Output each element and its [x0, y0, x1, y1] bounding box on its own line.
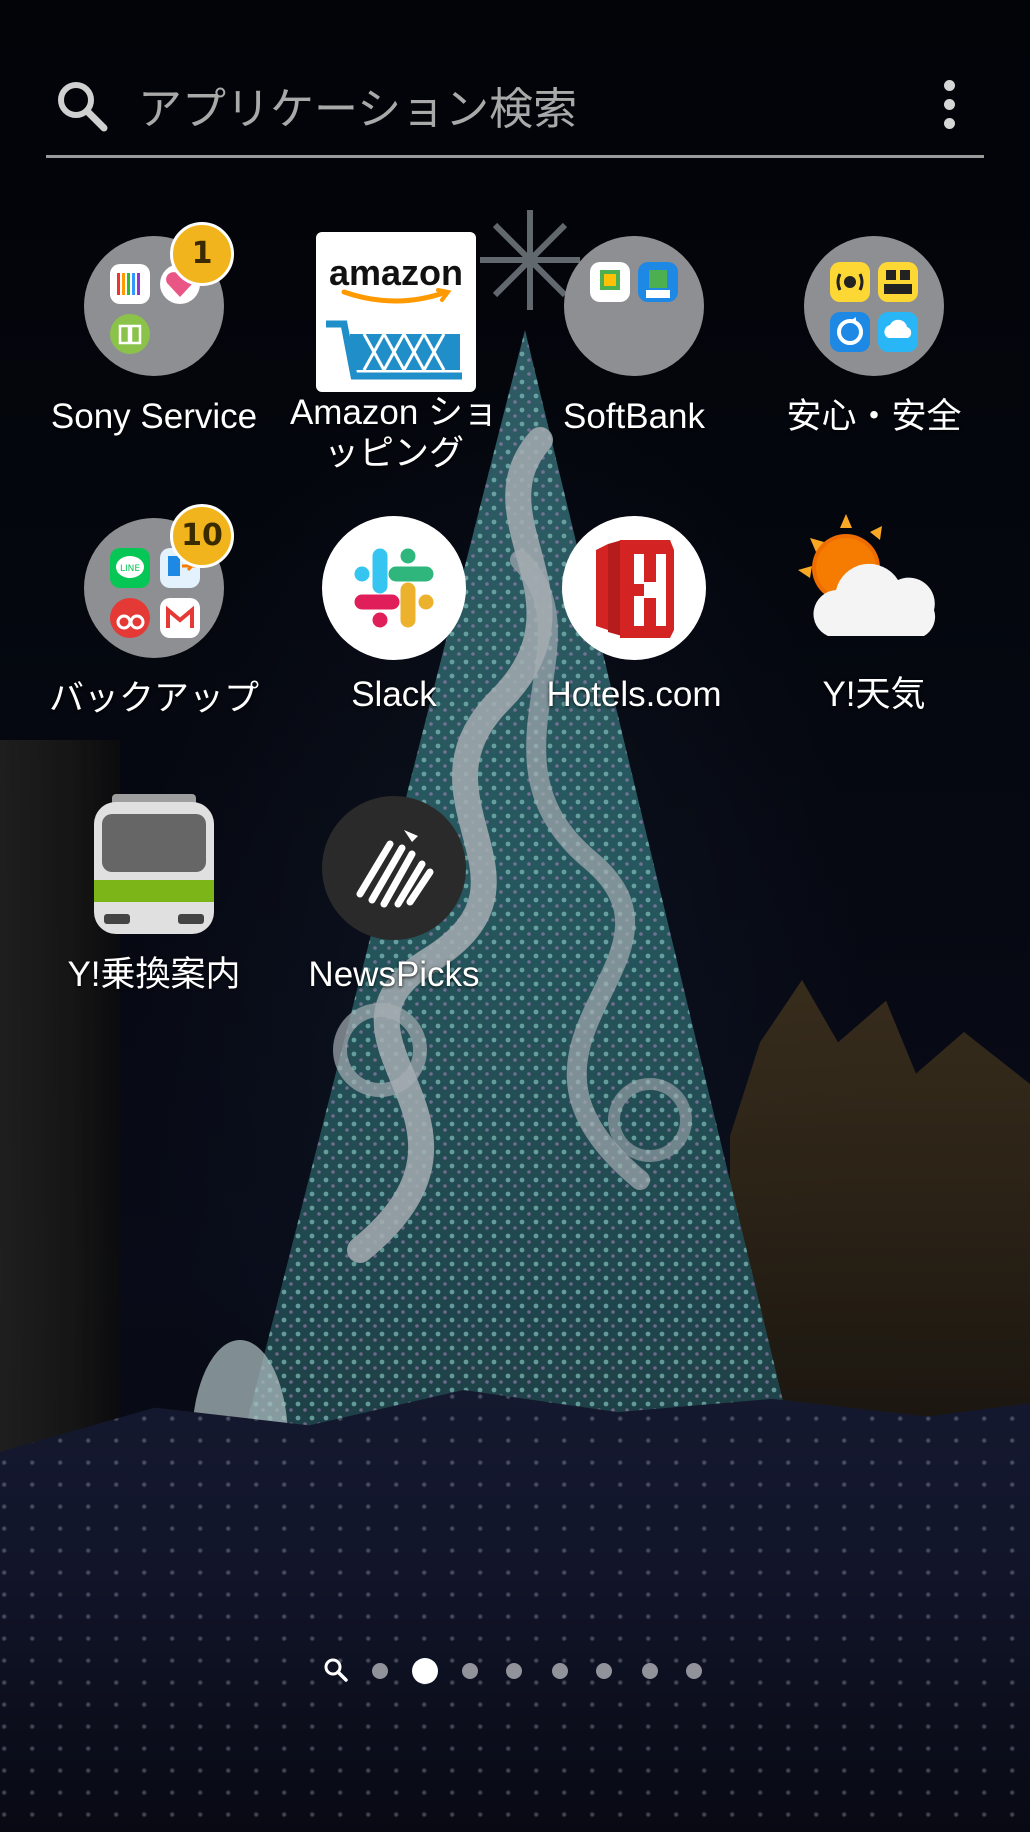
page-dot-8[interactable] — [686, 1663, 702, 1679]
notification-badge: 1 — [170, 222, 234, 286]
app-label: Y!天気 — [822, 675, 926, 714]
backup-folder-icon: LINE 10 — [80, 504, 234, 666]
amazon-cart-icon: amazon — [316, 232, 476, 392]
page-dot-6[interactable] — [596, 1663, 612, 1679]
folder-backup[interactable]: LINE 10 バックアップ — [34, 504, 274, 719]
softbank-folder-icon — [560, 236, 708, 384]
app-label: Sony Service — [50, 397, 258, 436]
folder-sony-service[interactable]: 1 Sony Service — [34, 222, 274, 437]
app-search-input[interactable] — [138, 66, 838, 152]
safety-folder-icon — [800, 236, 948, 384]
page-dot-2-current[interactable] — [412, 1658, 438, 1684]
page-dot-7[interactable] — [642, 1663, 658, 1679]
more-vert-icon[interactable] — [934, 76, 964, 136]
app-label: バックアップ — [48, 679, 259, 718]
hotels-icon — [560, 514, 708, 662]
app-yahoo-weather[interactable]: Y!天気 — [754, 514, 994, 715]
sony-service-folder-icon: 1 — [80, 222, 234, 384]
page-dot-4[interactable] — [506, 1663, 522, 1679]
app-hotels-com[interactable]: Hotels.com — [514, 514, 754, 715]
slack-icon — [320, 514, 468, 662]
page-dot-5[interactable] — [552, 1663, 568, 1679]
weather-icon — [798, 514, 948, 662]
page-dot-3[interactable] — [462, 1663, 478, 1679]
search-icon — [58, 82, 108, 132]
app-newspicks[interactable]: NewsPicks — [274, 794, 514, 995]
app-yahoo-transit[interactable]: Y!乗換案内 — [34, 794, 274, 995]
app-amazon-shopping[interactable]: amazon Amazon ショッピング — [274, 232, 514, 474]
app-label: SoftBank — [562, 397, 706, 436]
search-page-icon[interactable] — [322, 1656, 350, 1684]
app-label: Hotels.com — [546, 675, 722, 714]
page-indicator — [0, 1652, 1030, 1686]
notification-badge: 10 — [170, 504, 234, 568]
app-search-bar — [46, 60, 984, 158]
app-label: Amazon ショッピング — [289, 393, 499, 473]
svg-text:LINE: LINE — [120, 564, 140, 574]
train-icon — [80, 794, 228, 942]
app-label: NewsPicks — [308, 955, 480, 994]
app-label: 安心・安全 — [786, 397, 962, 436]
zebra-icon — [320, 794, 468, 942]
search-underline — [46, 155, 984, 158]
app-slack[interactable]: Slack — [274, 514, 514, 715]
app-label: Y!乗換案内 — [67, 955, 241, 994]
page-dot-1[interactable] — [372, 1663, 388, 1679]
app-label: Slack — [351, 675, 437, 714]
folder-softbank[interactable]: SoftBank — [514, 232, 754, 437]
folder-safety[interactable]: 安心・安全 — [754, 232, 994, 437]
